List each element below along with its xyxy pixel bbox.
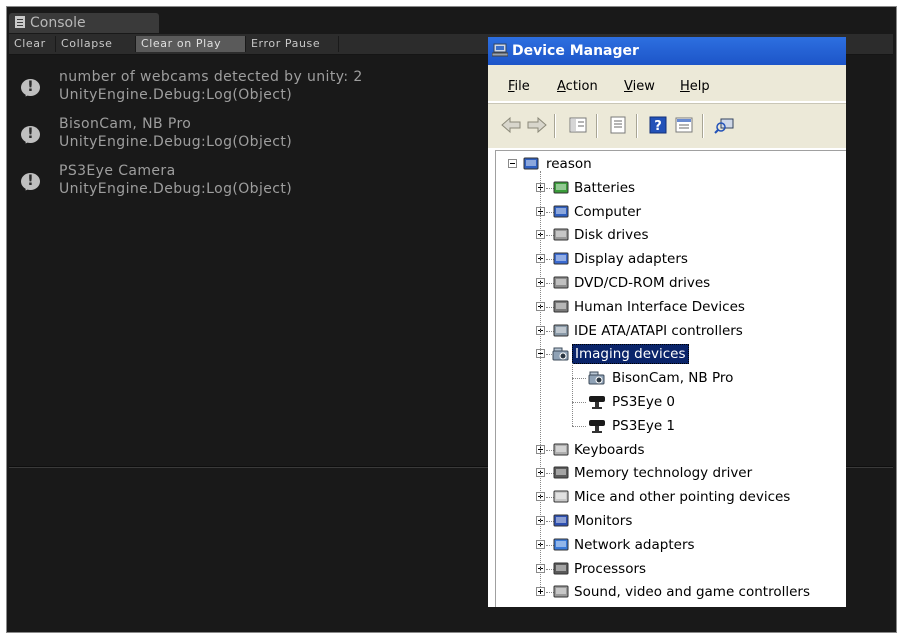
info-message-icon — [21, 125, 40, 144]
tree-category-label: Network adapters — [574, 536, 695, 553]
device-tree: reason Batteries Computer Disk drives Displa… — [495, 150, 846, 607]
sound-icon — [552, 584, 570, 600]
tree-device-label: PS3Eye 0 — [612, 394, 676, 410]
tree-category-label: Computer — [574, 203, 642, 220]
scan-hardware-icon[interactable] — [714, 116, 736, 134]
show-hide-tree-icon[interactable] — [568, 116, 588, 134]
collapse-icon[interactable] — [508, 159, 517, 168]
memory-icon — [552, 465, 570, 481]
log-stacktrace: UnityEngine.Debug:Log(Object) — [59, 134, 293, 150]
ide-controller-icon — [552, 323, 570, 339]
tree-category-label: DVD/CD-ROM drives — [574, 275, 711, 291]
log-message: number of webcams detected by unity: 2 — [59, 69, 363, 85]
tree-connector — [540, 171, 541, 588]
display-adapter-icon — [552, 251, 570, 267]
imaging-device-icon — [552, 346, 570, 362]
toolbar: ? — [488, 103, 846, 148]
computer-icon — [552, 204, 570, 220]
tree-root-label: reason — [546, 156, 592, 172]
error-pause-button[interactable]: Error Pause — [246, 36, 339, 52]
hid-icon — [552, 299, 570, 315]
details-view-icon[interactable] — [674, 116, 694, 134]
tree-category-label: IDE ATA/ATAPI controllers — [574, 322, 743, 339]
tree-category-label: Human Interface Devices — [574, 298, 745, 315]
tree-category-label: Processors — [574, 560, 647, 577]
log-message: PS3Eye Camera — [59, 163, 176, 179]
info-message-icon — [21, 78, 40, 97]
battery-icon — [552, 180, 570, 196]
expand-icon[interactable] — [536, 587, 545, 597]
properties-icon[interactable] — [608, 116, 628, 134]
clear-button[interactable]: Clear — [9, 36, 56, 52]
monitor-icon — [552, 513, 570, 529]
device-manager-icon — [492, 43, 508, 57]
tree-connector — [572, 402, 586, 403]
log-stacktrace: UnityEngine.Debug:Log(Object) — [59, 181, 293, 197]
network-adapter-icon — [552, 537, 570, 553]
menu-bar: File Action View Help — [488, 65, 846, 101]
device-manager-window: Device Manager File Action View Help ? r… — [488, 37, 846, 607]
tree-category-label: Mice and other pointing devices — [574, 489, 791, 506]
toolbar-separator — [636, 114, 637, 138]
back-arrow-icon[interactable] — [500, 116, 522, 134]
tree-category-label: Memory technology driver — [574, 465, 753, 482]
tree-category-label: Sound, video and game controllers — [574, 584, 810, 601]
clear-on-play-button[interactable]: Clear on Play — [136, 36, 246, 52]
menu-file[interactable]: File — [508, 79, 530, 94]
collapse-button[interactable]: Collapse — [56, 36, 136, 52]
console-tab-label: Console — [30, 15, 86, 31]
menu-view[interactable]: View — [624, 79, 655, 94]
console-tab[interactable]: Console — [9, 13, 159, 33]
tree-connector — [572, 378, 586, 380]
info-message-icon — [21, 172, 40, 191]
help-icon[interactable]: ? — [648, 116, 668, 134]
forward-arrow-icon[interactable] — [526, 116, 548, 134]
tree-category-label: Display adapters — [574, 251, 688, 268]
tree-category-label: Disk drives — [574, 227, 649, 244]
root-computer-icon — [522, 156, 540, 172]
menu-action[interactable]: Action — [557, 79, 598, 94]
device-manager-title: Device Manager — [512, 43, 639, 59]
ps3eye-icon — [588, 394, 606, 410]
toolbar-separator — [554, 114, 555, 138]
tree-category-label: Monitors — [574, 513, 633, 529]
log-stacktrace: UnityEngine.Debug:Log(Object) — [59, 87, 293, 103]
tree-category-label: Keyboards — [574, 441, 645, 458]
processor-icon — [552, 561, 570, 577]
tree-device-label: PS3Eye 1 — [612, 417, 676, 434]
menu-help[interactable]: Help — [680, 79, 710, 94]
device-manager-titlebar[interactable]: Device Manager — [488, 37, 846, 65]
toolbar-separator — [596, 114, 597, 138]
console-icon — [15, 16, 25, 28]
tree-device-label: BisonCam, NB Pro — [612, 370, 734, 387]
mouse-icon — [552, 489, 570, 505]
dvd-drive-icon — [552, 275, 570, 291]
log-message: BisonCam, NB Pro — [59, 116, 192, 132]
keyboard-icon — [552, 442, 570, 458]
svg-text:?: ? — [654, 119, 662, 134]
tree-category-label: Imaging devices — [572, 344, 689, 365]
toolbar-separator — [702, 114, 703, 138]
ps3eye-icon — [588, 418, 606, 434]
tree-connector — [572, 363, 573, 426]
disk-drive-icon — [552, 227, 570, 243]
webcam-icon — [588, 370, 606, 386]
tree-category-label: Batteries — [574, 179, 636, 196]
tree-connector — [572, 425, 586, 427]
